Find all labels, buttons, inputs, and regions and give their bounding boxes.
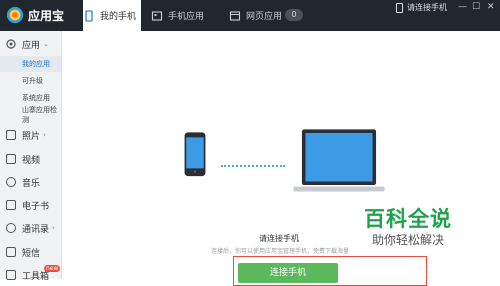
sidebar-sub-label: 山寨应用检测 <box>22 106 57 124</box>
tab-label: 我的手机 <box>100 12 137 22</box>
maximize-button[interactable]: ☐ <box>472 2 480 12</box>
sidebar-item-photos[interactable]: 照片 › <box>0 124 61 146</box>
phone-illustration-icon <box>184 132 206 177</box>
sidebar-item-label: 电子书 <box>22 201 50 212</box>
minimize-button[interactable]: — <box>458 2 467 12</box>
app-logo-icon <box>6 6 24 24</box>
connection-dots <box>221 165 285 167</box>
sidebar-item-sms[interactable]: 短信 <box>0 241 61 263</box>
tab-my-phone[interactable]: 我的手机 <box>83 0 141 31</box>
message-icon <box>6 247 16 257</box>
connect-phone-label: 请连接手机 <box>407 3 447 12</box>
phone-small-icon <box>396 2 403 13</box>
music-icon <box>6 177 16 187</box>
sidebar-item-music[interactable]: 音乐 <box>0 171 61 193</box>
sidebar-item-videos[interactable]: 视频 <box>0 148 61 170</box>
tab-label: 网页应用 <box>246 12 283 22</box>
contacts-icon <box>6 223 16 233</box>
connect-phone-link[interactable]: 请连接手机 <box>396 2 447 13</box>
connect-title: 请连接手机 <box>259 234 299 243</box>
sidebar: 应用 ⌄ 我的应用 可升级 系统应用 山寨应用检测 照片 › 视频 音乐 电子书… <box>0 31 62 282</box>
window-icon <box>229 10 241 21</box>
watermark-subtitle: 助你轻松解决 <box>372 233 445 247</box>
sidebar-sub-fake-app-check[interactable]: 山寨应用检测 <box>0 106 61 124</box>
apps-icon <box>151 10 163 21</box>
video-icon <box>6 154 16 164</box>
sidebar-item-label: 通讯录 <box>22 224 50 235</box>
phone-icon <box>85 9 93 22</box>
sidebar-item-label: 音乐 <box>22 178 41 189</box>
sidebar-sub-label: 可升级 <box>22 77 43 85</box>
laptop-illustration-icon <box>293 129 385 192</box>
tab-label: 手机应用 <box>168 12 205 22</box>
new-badge: new <box>44 265 61 272</box>
title-bar: 应用宝 我的手机 手机应用 网页应用 0 请连接手机 — ☐ ✕ <box>0 0 500 31</box>
sidebar-item-contacts[interactable]: 通讯录 › <box>0 217 61 239</box>
app-title: 应用宝 <box>28 9 65 23</box>
chevron-right-icon: › <box>43 131 46 139</box>
sidebar-item-label: 照片 <box>22 131 41 142</box>
sidebar-sub-system-apps[interactable]: 系统应用 <box>0 90 61 106</box>
book-icon <box>6 200 16 210</box>
sidebar-item-ebooks[interactable]: 电子书 <box>0 194 61 216</box>
chevron-down-icon: ⌄ <box>43 40 49 48</box>
apps-gear-icon <box>6 39 16 49</box>
watermark-title: 百科全说 <box>364 207 452 231</box>
connect-description: 连接后，你可以使用应用宝管理手机，免费下载海量 <box>211 248 350 255</box>
sidebar-sub-upgradable[interactable]: 可升级 <box>0 73 61 89</box>
sidebar-sub-label: 系统应用 <box>22 94 50 102</box>
sidebar-sub-my-apps[interactable]: 我的应用 <box>0 56 61 72</box>
chevron-right-icon: › <box>52 224 55 232</box>
sidebar-sub-label: 我的应用 <box>22 60 50 68</box>
close-button[interactable]: ✕ <box>487 2 495 12</box>
sidebar-item-label: 应用 <box>22 40 41 51</box>
photo-icon <box>6 130 16 140</box>
tab-count-badge[interactable]: 0 <box>285 9 303 21</box>
highlight-box <box>233 256 427 286</box>
sidebar-item-label: 短信 <box>22 248 41 259</box>
sidebar-item-apps[interactable]: 应用 ⌄ <box>0 33 61 55</box>
tab-phone-apps[interactable]: 手机应用 <box>151 0 221 31</box>
sidebar-item-label: 视频 <box>22 155 41 166</box>
